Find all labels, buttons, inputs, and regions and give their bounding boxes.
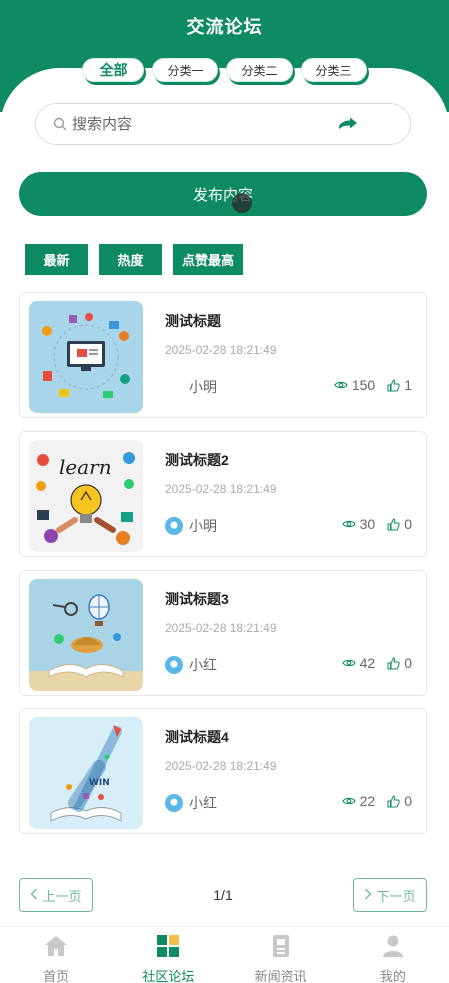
search-icon [52,116,68,132]
sort-hot-button[interactable]: 热度 [99,244,162,275]
tab-label: 我的 [379,969,406,983]
post-thumbnail [29,579,143,691]
avatar [165,656,183,674]
next-page-button[interactable]: 下一页 [353,878,427,912]
avatar [165,378,183,396]
bottom-tab-bar: 首页 社区论坛 新闻资讯 我的 [0,926,449,983]
eye-icon [334,380,348,390]
view-count: 22 [359,793,376,809]
post-author: 小明 [165,516,217,536]
sort-most-liked-button[interactable]: 点赞最高 [173,244,244,275]
like-count: 1 [404,377,412,393]
tab-home[interactable]: 首页 [0,927,112,983]
touch-cursor [232,193,252,213]
like-count: 0 [404,793,412,809]
next-page-label: 下一页 [376,888,416,904]
post-date: 2025-02-28 18:21:49 [165,482,277,496]
grid-icon [156,935,180,962]
post-stats: 22 0 [341,793,412,809]
author-name: 小明 [189,518,217,534]
eye-icon [341,658,356,668]
pagination: 上一页 1/1 下一页 [19,878,427,912]
svg-text:WIN: WIN [89,778,110,788]
eye-icon [341,519,356,529]
author-name: 小红 [189,657,217,673]
post-title: 测试标题 [165,313,221,329]
post-card[interactable]: 测试标题3 2025-02-28 18:21:49 小红 42 0 [19,570,427,696]
view-count: 42 [359,655,376,671]
search-bar [35,103,411,145]
tab-label: 新闻资讯 [254,969,307,983]
post-card[interactable]: WIN 测试标题4 2025-02-28 18:21:49 小红 22 0 [19,708,427,834]
post-stats: 150 1 [334,377,412,393]
svg-text:learn: learn [59,455,112,479]
view-count: 30 [359,516,376,532]
post-author: 小明 [165,377,217,397]
post-stats: 30 0 [341,516,412,532]
avatar [165,794,183,812]
post-author: 小红 [165,655,217,675]
tab-label: 首页 [43,969,70,983]
view-count: 150 [351,377,376,393]
tab-category-1[interactable]: 分类一 [152,58,219,82]
thumbs-up-icon[interactable] [387,517,400,531]
sort-tabs: 最新 热度 点赞最高 [25,244,244,275]
post-title: 测试标题4 [165,729,229,745]
post-thumbnail: learn [29,440,143,552]
tab-label: 社区论坛 [142,969,195,983]
post-date: 2025-02-28 18:21:49 [165,759,277,773]
author-name: 小红 [189,795,217,811]
user-icon [381,935,405,962]
post-date: 2025-02-28 18:21:49 [165,343,277,357]
like-count: 0 [404,516,412,532]
tab-news[interactable]: 新闻资讯 [225,927,337,983]
thumbs-up-icon[interactable] [387,794,400,808]
news-icon [269,935,293,962]
author-name: 小明 [189,379,217,395]
post-author: 小红 [165,793,217,813]
avatar [165,517,183,535]
tab-profile[interactable]: 我的 [337,927,449,983]
send-arrow-icon[interactable] [336,114,360,134]
post-date: 2025-02-28 18:21:49 [165,621,277,635]
thumbs-up-icon[interactable] [387,656,400,670]
tab-category-2[interactable]: 分类二 [226,58,293,82]
post-card[interactable]: 测试标题 2025-02-28 18:21:49 小明 150 1 [19,292,427,418]
search-input[interactable] [72,115,336,133]
publish-button[interactable]: 发布内容 [19,172,427,216]
thumbs-up-icon[interactable] [387,378,400,392]
post-title: 测试标题3 [165,591,229,607]
post-thumbnail [29,301,143,413]
like-count: 0 [404,655,412,671]
tab-category-3[interactable]: 分类三 [300,58,367,82]
post-stats: 42 0 [341,655,412,671]
tab-forum[interactable]: 社区论坛 [112,927,224,983]
sort-latest-button[interactable]: 最新 [25,244,88,275]
category-tabs: 全部 分类一 分类二 分类三 [0,58,449,82]
chevron-right-icon [364,888,372,903]
eye-icon [341,796,356,806]
home-icon [44,935,68,962]
post-title: 测试标题2 [165,452,229,468]
post-thumbnail: WIN [29,717,143,829]
page-title: 交流论坛 [186,17,263,37]
post-card[interactable]: learn 测试标题2 2025-02-28 18:21:49 小明 30 0 [19,431,427,557]
tab-all[interactable]: 全部 [82,58,145,82]
